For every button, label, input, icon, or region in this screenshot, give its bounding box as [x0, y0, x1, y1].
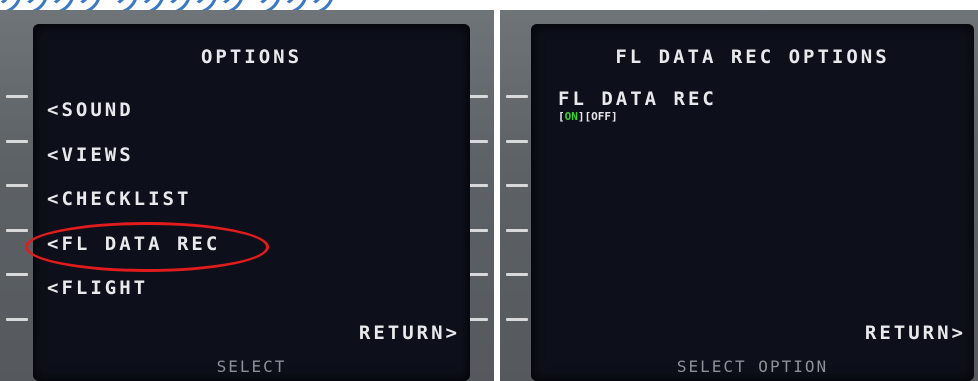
option-off[interactable]: OFF [591, 110, 611, 123]
menu-item-flight[interactable]: <FLIGHT [47, 277, 148, 299]
lsk-l6[interactable] [506, 318, 528, 321]
bracket-close: ] [611, 110, 618, 123]
return-link[interactable]: RETURN> [359, 322, 460, 344]
lsk-l1[interactable] [506, 95, 528, 98]
scratchpad: SELECT OPTION [676, 357, 829, 376]
lsk-l2[interactable] [506, 140, 528, 143]
lsk-l4[interactable] [6, 229, 28, 232]
menu-item-views[interactable]: <VIEWS [47, 144, 134, 166]
lsk-l5[interactable] [506, 273, 528, 276]
lsk-l6[interactable] [6, 318, 28, 321]
page-title: FL DATA REC OPTIONS [615, 46, 890, 68]
menu-item-sound[interactable]: <SOUND [47, 99, 134, 121]
field-label-fl-data-rec: FL DATA REC [558, 88, 717, 110]
right-mcdu-bezel: FL DATA REC OPTIONS FL DATA REC [ON][OFF… [500, 10, 978, 381]
scratchpad: SELECT [216, 357, 287, 376]
return-link[interactable]: RETURN> [865, 322, 966, 344]
lsk-l1[interactable] [6, 95, 28, 98]
bracket-open: [ [558, 110, 565, 123]
page-title: OPTIONS [200, 46, 303, 68]
lsk-l4[interactable] [506, 229, 528, 232]
lsk-l5[interactable] [6, 273, 28, 276]
option-on[interactable]: ON [565, 110, 578, 123]
top-header-strip: ググググ グググググ グググ [0, 0, 978, 10]
bracket-middle: ][ [577, 110, 592, 123]
header-fragment: ググググ グググググ グググ [0, 0, 339, 10]
highlight-ellipse [25, 222, 269, 272]
left-mcdu-bezel: OPTIONS <SOUND <VIEWS <CHECKLIST <FL DAT… [0, 10, 494, 381]
menu-item-checklist[interactable]: <CHECKLIST [47, 188, 191, 210]
right-mcdu-screen: FL DATA REC OPTIONS FL DATA REC [ON][OFF… [531, 24, 974, 381]
lsk-l3[interactable] [506, 184, 528, 187]
lsk-l3[interactable] [6, 184, 28, 187]
left-mcdu-screen: OPTIONS <SOUND <VIEWS <CHECKLIST <FL DAT… [25, 24, 470, 381]
lsk-l2[interactable] [6, 140, 28, 143]
on-off-selector[interactable]: [ON][OFF] [558, 110, 618, 123]
